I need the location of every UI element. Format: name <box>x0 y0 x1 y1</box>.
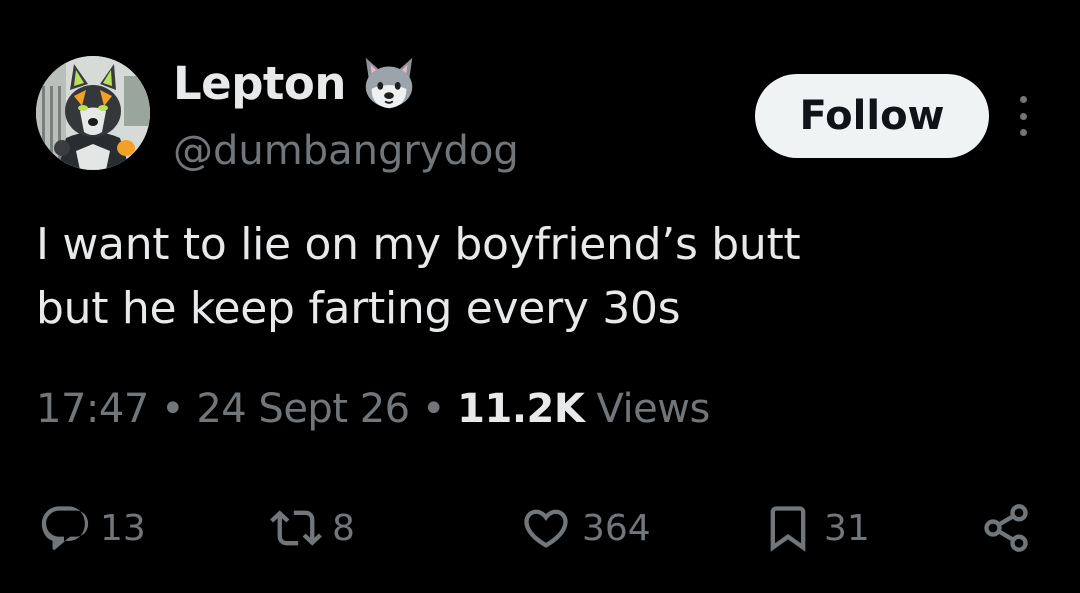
more-options-icon[interactable] <box>1008 96 1038 136</box>
follow-button[interactable]: Follow <box>755 74 989 158</box>
share-icon <box>984 504 1028 552</box>
repost-icon <box>270 510 322 546</box>
tweet-text-line-1: I want to lie on my boyfriend’s butt <box>36 219 801 270</box>
bookmark-button[interactable]: 31 <box>762 498 870 558</box>
author-name-row: Lepton <box>173 52 420 114</box>
reply-icon <box>41 506 89 550</box>
meta-separator: • <box>409 386 458 432</box>
like-count: 364 <box>582 507 651 549</box>
author-display-name[interactable]: Lepton <box>173 57 346 110</box>
tweet-text: I want to lie on my boyfriend’s butt but … <box>36 213 1046 341</box>
share-button[interactable] <box>980 498 1032 558</box>
tweet-time[interactable]: 17:47 <box>36 386 149 432</box>
more-dot <box>1019 96 1027 103</box>
views-label: Views <box>584 386 711 432</box>
wolf-face-icon <box>365 57 413 109</box>
bookmark-count: 31 <box>824 507 870 549</box>
action-bar: 13 8 364 31 <box>0 498 1080 558</box>
reply-button[interactable]: 13 <box>38 498 146 558</box>
more-dot <box>1019 112 1027 120</box>
avatar[interactable] <box>36 56 150 170</box>
bookmark-icon <box>770 506 806 552</box>
meta-separator: • <box>148 386 197 432</box>
repost-button[interactable]: 8 <box>270 498 355 558</box>
more-dot <box>1019 129 1027 136</box>
views-count: 11.2K <box>457 386 585 432</box>
tweet-date[interactable]: 24 Sept 26 <box>196 386 410 432</box>
reply-count: 13 <box>100 507 146 549</box>
avatar-image <box>36 56 150 170</box>
author-handle[interactable]: @dumbangrydog <box>173 128 519 174</box>
tweet-text-line-2: but he keep farting every 30s <box>36 283 681 334</box>
tweet-meta: 17:47 • 24 Sept 26 • 11.2K Views <box>36 386 710 432</box>
tweet-card: Lepton @dumbangrydog Follow I want to li… <box>0 0 1080 593</box>
heart-icon <box>524 509 568 548</box>
like-button[interactable]: 364 <box>520 498 651 558</box>
repost-count: 8 <box>332 507 355 549</box>
